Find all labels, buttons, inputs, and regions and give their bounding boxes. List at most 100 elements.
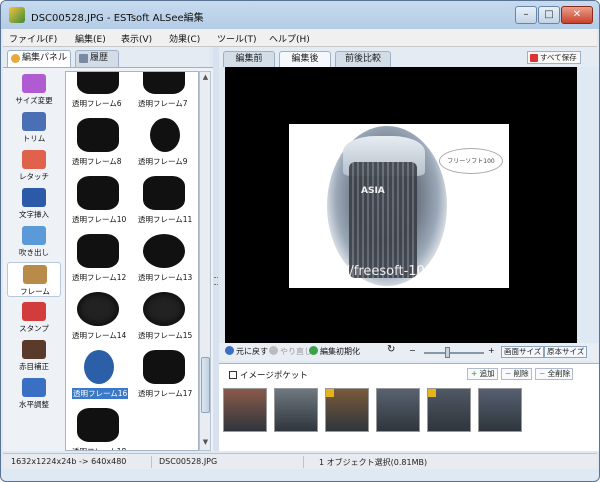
pocket-image-5[interactable] bbox=[427, 388, 471, 432]
menu-help[interactable]: ヘルプ(H) bbox=[269, 32, 310, 45]
image-canvas[interactable]: ASIA フリーソフト100 //freesoft-100 bbox=[225, 67, 577, 343]
scroll-up-icon[interactable]: ▲ bbox=[201, 73, 210, 83]
tool-3[interactable]: レタッチ bbox=[7, 148, 61, 183]
frame-preview bbox=[84, 350, 114, 384]
save-all-button[interactable]: すべて保存 bbox=[527, 51, 581, 64]
save-all-label: すべて保存 bbox=[540, 53, 577, 62]
tool-9[interactable]: 水平調整 bbox=[7, 376, 61, 411]
tool-2[interactable]: トリム bbox=[7, 110, 61, 145]
frame-icon bbox=[23, 265, 47, 284]
frame-thumbnail[interactable]: 透明フレーム18 bbox=[72, 408, 128, 450]
frame-label: 透明フレーム12 bbox=[72, 273, 127, 282]
tab-before[interactable]: 編集前 bbox=[223, 51, 275, 67]
menu-effects[interactable]: 効果(C) bbox=[169, 32, 200, 45]
close-button[interactable]: ✕ bbox=[561, 6, 593, 24]
status-separator bbox=[151, 456, 152, 468]
frame-gallery-scrollbar[interactable]: ▲ ▼ bbox=[199, 71, 211, 451]
pencil-icon bbox=[79, 54, 88, 63]
watermark-text: //freesoft-100 bbox=[345, 264, 434, 279]
pocket-image-6[interactable] bbox=[478, 388, 522, 432]
minimize-button[interactable]: – bbox=[515, 6, 537, 24]
original-size-button[interactable]: 原本サイズ bbox=[544, 346, 588, 358]
level-icon bbox=[22, 378, 46, 397]
pocket-image-3[interactable] bbox=[325, 388, 369, 432]
tab-after[interactable]: 編集後 bbox=[279, 51, 331, 67]
status-selection: 1 オブジェクト選択(0.81MB) bbox=[319, 458, 428, 467]
remove-icon: − bbox=[505, 369, 514, 378]
pocket-delete-button[interactable]: − 削除 bbox=[501, 368, 532, 380]
zoom-out-button[interactable]: − bbox=[409, 346, 416, 355]
menu-tools[interactable]: ツール(T) bbox=[217, 32, 257, 45]
reset-label: 編集初期化 bbox=[320, 347, 360, 356]
frame-thumbnail[interactable]: 透明フレーム11 bbox=[138, 176, 194, 226]
tool-5[interactable]: 吹き出し bbox=[7, 224, 61, 259]
pocket-add-button[interactable]: + 追加 bbox=[467, 368, 498, 380]
frame-gallery: 透明フレーム6 透明フレーム7 透明フレーム8 透明フレーム9 透明フレーム10 透明フレ… bbox=[65, 71, 199, 451]
menu-view[interactable]: 表示(V) bbox=[121, 32, 152, 45]
frame-thumbnail[interactable]: 透明フレーム9 bbox=[138, 118, 194, 168]
tab-edit-panel[interactable]: 編集パネル bbox=[7, 50, 71, 67]
tab-history[interactable]: 履歴 bbox=[75, 50, 119, 67]
scroll-down-icon[interactable]: ▼ bbox=[201, 438, 210, 448]
frame-thumbnail[interactable]: 透明フレーム17 bbox=[138, 350, 194, 400]
pocket-delete-all-button[interactable]: − 全削除 bbox=[535, 368, 574, 380]
frame-thumbnail[interactable]: 透明フレーム7 bbox=[138, 72, 194, 110]
menu-edit[interactable]: 編集(E) bbox=[75, 32, 106, 45]
tab-edit-panel-label: 編集パネル bbox=[22, 53, 68, 63]
zoom-slider-track[interactable] bbox=[424, 352, 484, 354]
status-bar: 1632x1224x24b -> 640x480 DSC00528.JPG 1 … bbox=[3, 453, 597, 469]
reset-edits-button[interactable]: 編集初期化 bbox=[309, 346, 360, 357]
frame-label: 透明フレーム14 bbox=[72, 331, 127, 340]
scissors-icon bbox=[22, 112, 46, 131]
frame-preview bbox=[77, 118, 119, 152]
maximize-button[interactable]: □ bbox=[538, 6, 560, 24]
pocket-add-label: 追加 bbox=[479, 369, 495, 378]
tool-1[interactable]: サイズ変更 bbox=[7, 72, 61, 107]
tool-7[interactable]: スタンプ bbox=[7, 300, 61, 335]
edited-photo: ASIA フリーソフト100 //freesoft-100 bbox=[289, 124, 509, 288]
frame-thumbnail[interactable]: 透明フレーム13 bbox=[138, 234, 194, 284]
zoom-slider-knob[interactable] bbox=[445, 347, 450, 358]
frame-preview bbox=[77, 408, 119, 442]
frame-thumbnail[interactable]: 透明フレーム16 bbox=[72, 350, 129, 400]
frame-label: 透明フレーム11 bbox=[138, 215, 193, 224]
pocket-image-4[interactable] bbox=[376, 388, 420, 432]
undo-button[interactable]: 元に戻す bbox=[225, 346, 268, 357]
view-tabs: 編集前 編集後 前後比較 すべて保存 bbox=[219, 47, 599, 67]
frame-label: 透明フレーム10 bbox=[72, 215, 127, 224]
tool-label: 水平調整 bbox=[19, 400, 49, 409]
status-filename: DSC00528.JPG bbox=[159, 457, 218, 466]
title-bar: DSC00528.JPG - ESTsoft ALSee編集 – □ ✕ bbox=[1, 1, 599, 29]
fit-screen-button[interactable]: 画面サイズ bbox=[501, 346, 545, 358]
tool-8[interactable]: 赤目補正 bbox=[7, 338, 61, 373]
tool-label: レタッチ bbox=[19, 172, 49, 181]
frame-thumbnail[interactable]: 透明フレーム10 bbox=[72, 176, 128, 226]
can-text: ASIA bbox=[361, 186, 385, 196]
redo-button[interactable]: やり直し bbox=[269, 346, 312, 357]
rotate-icon[interactable]: ↻ bbox=[387, 344, 395, 355]
frame-thumbnail[interactable]: 透明フレーム15 bbox=[138, 292, 194, 342]
tab-compare[interactable]: 前後比較 bbox=[335, 51, 391, 67]
frame-thumbnail[interactable]: 透明フレーム6 bbox=[72, 72, 128, 110]
text-icon bbox=[22, 188, 46, 207]
menu-file[interactable]: ファイル(F) bbox=[9, 32, 57, 45]
tool-4[interactable]: 文字挿入 bbox=[7, 186, 61, 221]
tab-history-label: 履歴 bbox=[90, 53, 109, 63]
tool-label: 赤目補正 bbox=[19, 362, 49, 371]
pocket-image-2[interactable] bbox=[274, 388, 318, 432]
undo-label: 元に戻す bbox=[236, 347, 268, 356]
tool-6[interactable]: フレーム bbox=[7, 262, 61, 297]
pocket-icon bbox=[229, 371, 237, 379]
frame-thumbnail[interactable]: 透明フレーム12 bbox=[72, 234, 128, 284]
edited-badge-icon bbox=[428, 389, 436, 397]
eye-icon bbox=[22, 340, 46, 359]
save-icon bbox=[530, 54, 538, 62]
scrollbar-thumb[interactable] bbox=[201, 357, 210, 413]
frame-thumbnail[interactable]: 透明フレーム8 bbox=[72, 118, 128, 168]
tool-label: トリム bbox=[22, 134, 46, 143]
zoom-in-button[interactable]: + bbox=[488, 346, 495, 355]
pocket-image-1[interactable] bbox=[223, 388, 267, 432]
tool-label: 文字挿入 bbox=[19, 210, 49, 219]
frame-thumbnail[interactable]: 透明フレーム14 bbox=[72, 292, 128, 342]
tool-label: サイズ変更 bbox=[15, 96, 53, 105]
